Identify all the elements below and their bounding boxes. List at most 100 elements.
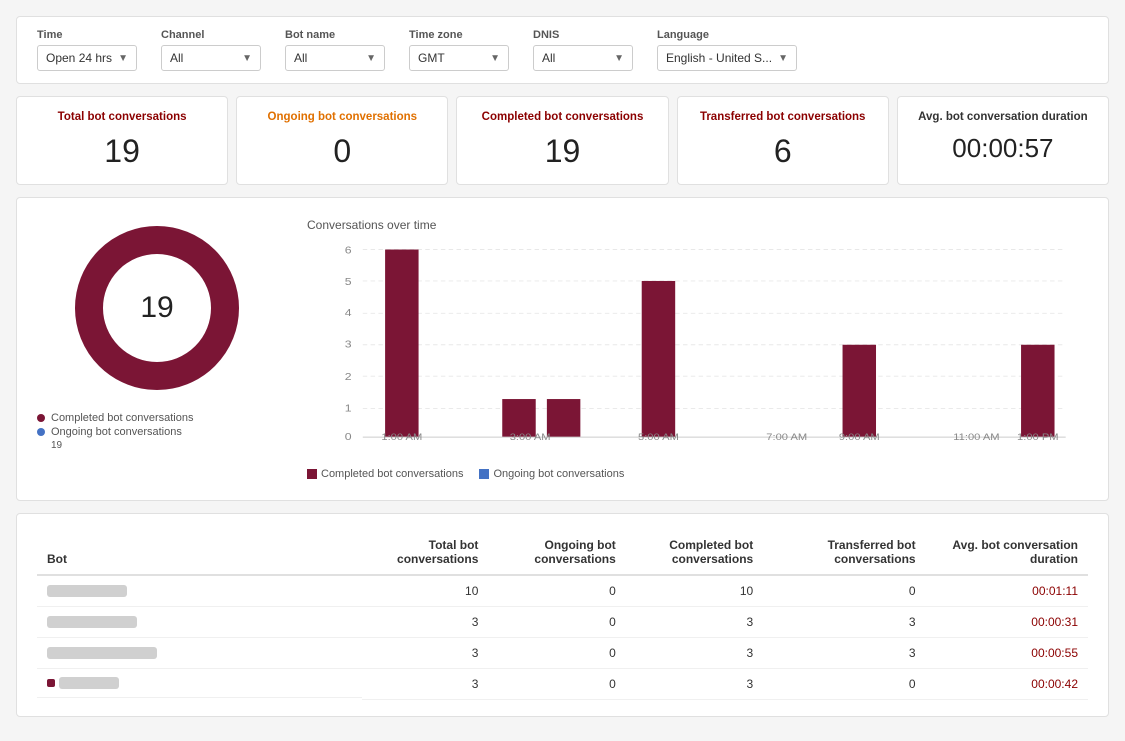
donut-small-value-label: 19 — [51, 440, 277, 451]
total-stat-card: Total bot conversations 19 — [16, 96, 228, 185]
avg-stat-value: 00:00:57 — [952, 133, 1053, 164]
bar-completed-legend-label: Completed bot conversations — [321, 468, 463, 480]
svg-text:9:00 AM: 9:00 AM — [839, 433, 880, 440]
dnis-filter-value: All — [542, 51, 555, 65]
svg-text:1:00 PM: 1:00 PM — [1017, 433, 1059, 440]
completed-stat-card: Completed bot conversations 19 — [456, 96, 668, 185]
botname-filter-label: Bot name — [285, 29, 385, 41]
col-total: Total bot conversations — [362, 530, 489, 575]
language-filter-label: Language — [657, 29, 797, 41]
ongoing-stat-value: 0 — [333, 133, 351, 170]
avg-cell: 00:00:31 — [926, 607, 1088, 638]
bar-chart-wrap: 6 5 4 3 2 1 0 — [307, 240, 1088, 460]
botname-filter-value: All — [294, 51, 307, 65]
transferred-cell: 3 — [763, 607, 925, 638]
completed-cell: 3 — [626, 669, 763, 700]
transferred-cell: 3 — [763, 638, 925, 669]
timezone-filter-label: Time zone — [409, 29, 509, 41]
bot-name-cell — [37, 607, 362, 638]
bar-ongoing-legend-icon — [479, 469, 489, 479]
bar-chart-legend: Completed bot conversations Ongoing bot … — [307, 468, 1088, 480]
channel-filter-select[interactable]: All ▼ — [161, 45, 261, 71]
chevron-down-icon: ▼ — [614, 53, 624, 64]
bot-name-cell — [37, 669, 362, 698]
svg-text:1:00 AM: 1:00 AM — [381, 433, 422, 440]
transferred-cell: 0 — [763, 669, 925, 700]
chevron-down-icon: ▼ — [118, 53, 128, 64]
language-filter-select[interactable]: English - United S... ▼ — [657, 45, 797, 71]
total-cell: 3 — [362, 607, 489, 638]
bar-5am — [642, 281, 675, 437]
bot-name-cell — [37, 638, 362, 669]
avg-cell: 00:00:55 — [926, 638, 1088, 669]
time-filter-value: Open 24 hrs — [46, 51, 112, 65]
chevron-down-icon: ▼ — [366, 53, 376, 64]
col-avg: Avg. bot conversation duration — [926, 530, 1088, 575]
chevron-down-icon: ▼ — [242, 53, 252, 64]
botname-filter-group: Bot name All ▼ — [285, 29, 385, 71]
avg-stat-label: Avg. bot conversation duration — [918, 111, 1088, 123]
botname-filter-select[interactable]: All ▼ — [285, 45, 385, 71]
bar-chart-svg: 6 5 4 3 2 1 0 — [307, 240, 1088, 440]
svg-text:7:00 AM: 7:00 AM — [766, 433, 807, 440]
svg-text:4: 4 — [345, 308, 352, 319]
donut-ongoing-label: Ongoing bot conversations — [51, 426, 182, 438]
timezone-filter-group: Time zone GMT ▼ — [409, 29, 509, 71]
donut-number: 19 — [140, 291, 173, 324]
bar-ongoing-legend-label: Ongoing bot conversations — [493, 468, 624, 480]
avg-cell: 00:00:42 — [926, 669, 1088, 700]
charts-section: 19 Completed bot conversations Ongoing b… — [16, 197, 1109, 501]
col-completed: Completed bot conversations — [626, 530, 763, 575]
channel-filter-label: Channel — [161, 29, 261, 41]
svg-text:6: 6 — [345, 245, 352, 256]
donut-legend-completed: Completed bot conversations — [37, 412, 277, 424]
svg-text:2: 2 — [345, 372, 352, 383]
table-row: 303300:00:31 — [37, 607, 1088, 638]
completed-dot-icon — [37, 414, 45, 422]
table-section: Bot Total bot conversations Ongoing bot … — [16, 513, 1109, 717]
timezone-filter-select[interactable]: GMT ▼ — [409, 45, 509, 71]
transferred-cell: 0 — [763, 575, 925, 607]
svg-text:3: 3 — [345, 339, 352, 350]
donut-container: 19 Completed bot conversations Ongoing b… — [37, 218, 277, 451]
dnis-filter-group: DNIS All ▼ — [533, 29, 633, 71]
transferred-stat-label: Transferred bot conversations — [700, 111, 866, 123]
table-row: 10010000:01:11 — [37, 575, 1088, 607]
col-bot: Bot — [37, 530, 362, 575]
completed-cell: 10 — [626, 575, 763, 607]
svg-text:0: 0 — [345, 432, 352, 440]
svg-text:3:00 AM: 3:00 AM — [510, 433, 551, 440]
completed-cell: 3 — [626, 638, 763, 669]
total-stat-value: 19 — [104, 133, 140, 170]
bar-3am — [502, 399, 535, 437]
language-filter-value: English - United S... — [666, 51, 772, 65]
col-ongoing: Ongoing bot conversations — [488, 530, 625, 575]
ongoing-cell: 0 — [488, 575, 625, 607]
svg-text:11:00 AM: 11:00 AM — [953, 433, 999, 440]
transferred-stat-card: Transferred bot conversations 6 — [677, 96, 889, 185]
ongoing-stat-label: Ongoing bot conversations — [268, 111, 418, 123]
channel-filter-group: Channel All ▼ — [161, 29, 261, 71]
bar-legend-completed: Completed bot conversations — [307, 468, 463, 480]
chevron-down-icon: ▼ — [778, 53, 788, 64]
donut-legend-ongoing: Ongoing bot conversations — [37, 426, 277, 438]
avg-stat-card: Avg. bot conversation duration 00:00:57 — [897, 96, 1109, 185]
col-transferred: Transferred bot conversations — [763, 530, 925, 575]
timezone-filter-value: GMT — [418, 51, 445, 65]
language-filter-group: Language English - United S... ▼ — [657, 29, 797, 71]
avg-cell: 00:01:11 — [926, 575, 1088, 607]
time-filter-select[interactable]: Open 24 hrs ▼ — [37, 45, 137, 71]
donut-center-value: 19 — [140, 291, 173, 325]
ongoing-cell: 0 — [488, 607, 625, 638]
total-cell: 3 — [362, 669, 489, 700]
table-row: 303300:00:55 — [37, 638, 1088, 669]
bar-330am — [547, 399, 580, 437]
total-cell: 10 — [362, 575, 489, 607]
completed-stat-label: Completed bot conversations — [482, 111, 644, 123]
dnis-filter-select[interactable]: All ▼ — [533, 45, 633, 71]
total-stat-label: Total bot conversations — [58, 111, 187, 123]
bar-chart-container: Conversations over time 6 5 4 3 — [307, 218, 1088, 480]
ongoing-cell: 0 — [488, 638, 625, 669]
bar-1am — [385, 250, 418, 438]
bar-9am — [843, 345, 876, 437]
